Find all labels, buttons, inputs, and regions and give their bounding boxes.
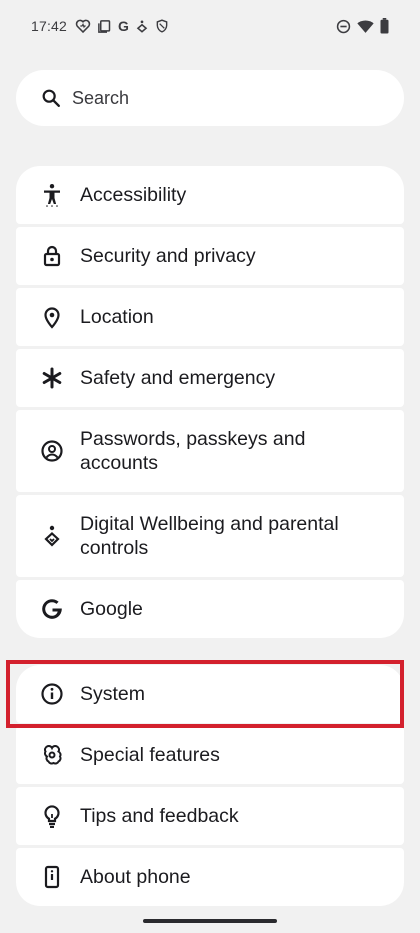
dnd-icon bbox=[336, 19, 351, 34]
settings-item-digital-wellbeing[interactable]: Digital Wellbeing and parental controls bbox=[16, 495, 404, 577]
settings-item-security-and-privacy[interactable]: Security and privacy bbox=[16, 227, 404, 285]
settings-item-google[interactable]: Google bbox=[16, 580, 404, 638]
settings-item-special-features[interactable]: Special features bbox=[16, 726, 404, 784]
account-circle-icon bbox=[40, 439, 64, 463]
system-status-icons bbox=[336, 18, 389, 34]
wellbeing-icon bbox=[135, 19, 149, 34]
copy-icon bbox=[97, 19, 112, 34]
status-time: 17:42 bbox=[31, 18, 68, 34]
settings-item-location[interactable]: Location bbox=[16, 288, 404, 346]
special-features-icon bbox=[40, 743, 64, 767]
settings-item-label: Special features bbox=[80, 744, 220, 766]
info-icon bbox=[40, 682, 64, 706]
settings-item-label: About phone bbox=[80, 866, 191, 888]
phone-icon bbox=[40, 865, 64, 889]
status-bar: 17:42 G bbox=[0, 0, 420, 52]
location-pin-icon bbox=[40, 305, 64, 329]
settings-item-accessibility[interactable]: Accessibility bbox=[16, 166, 404, 224]
asterisk-icon bbox=[40, 366, 64, 390]
wifi-icon bbox=[357, 19, 374, 34]
settings-item-label: Google bbox=[80, 598, 143, 620]
lightbulb-icon bbox=[40, 804, 64, 828]
notification-icons: G bbox=[75, 18, 169, 34]
settings-item-safety-and-emergency[interactable]: Safety and emergency bbox=[16, 349, 404, 407]
heart-icon bbox=[75, 18, 91, 34]
settings-item-label: Security and privacy bbox=[80, 245, 256, 267]
settings-item-label: Tips and feedback bbox=[80, 805, 239, 827]
settings-item-system[interactable]: System bbox=[16, 665, 404, 723]
settings-item-label: Location bbox=[80, 306, 154, 328]
google-g-icon: G bbox=[118, 18, 129, 34]
settings-item-label: Accessibility bbox=[80, 184, 187, 206]
settings-item-passwords-passkeys-and-accounts[interactable]: Passwords, passkeys and accounts bbox=[16, 410, 404, 492]
lock-icon bbox=[40, 244, 64, 268]
search-icon bbox=[40, 87, 62, 109]
settings-group-main: Accessibility Security and privacy Locat… bbox=[16, 166, 404, 638]
google-g-icon bbox=[40, 597, 64, 621]
settings-item-tips-and-feedback[interactable]: Tips and feedback bbox=[16, 787, 404, 845]
settings-item-label: Digital Wellbeing and parental controls bbox=[80, 513, 339, 559]
settings-group-system: System Special features Tips and feedbac… bbox=[16, 665, 404, 906]
settings-item-label: System bbox=[80, 683, 146, 705]
accessibility-icon bbox=[40, 183, 64, 207]
settings-item-about-phone[interactable]: About phone bbox=[16, 848, 404, 906]
settings-item-label: Passwords, passkeys and accounts bbox=[80, 428, 306, 474]
settings-item-label: Safety and emergency bbox=[80, 367, 276, 389]
battery-icon bbox=[380, 18, 389, 34]
wellbeing-icon bbox=[40, 524, 64, 548]
search-placeholder: Search bbox=[72, 87, 130, 108]
gesture-nav-handle[interactable] bbox=[143, 919, 277, 923]
search-bar[interactable]: Search bbox=[16, 70, 404, 126]
shield-icon bbox=[155, 18, 169, 34]
